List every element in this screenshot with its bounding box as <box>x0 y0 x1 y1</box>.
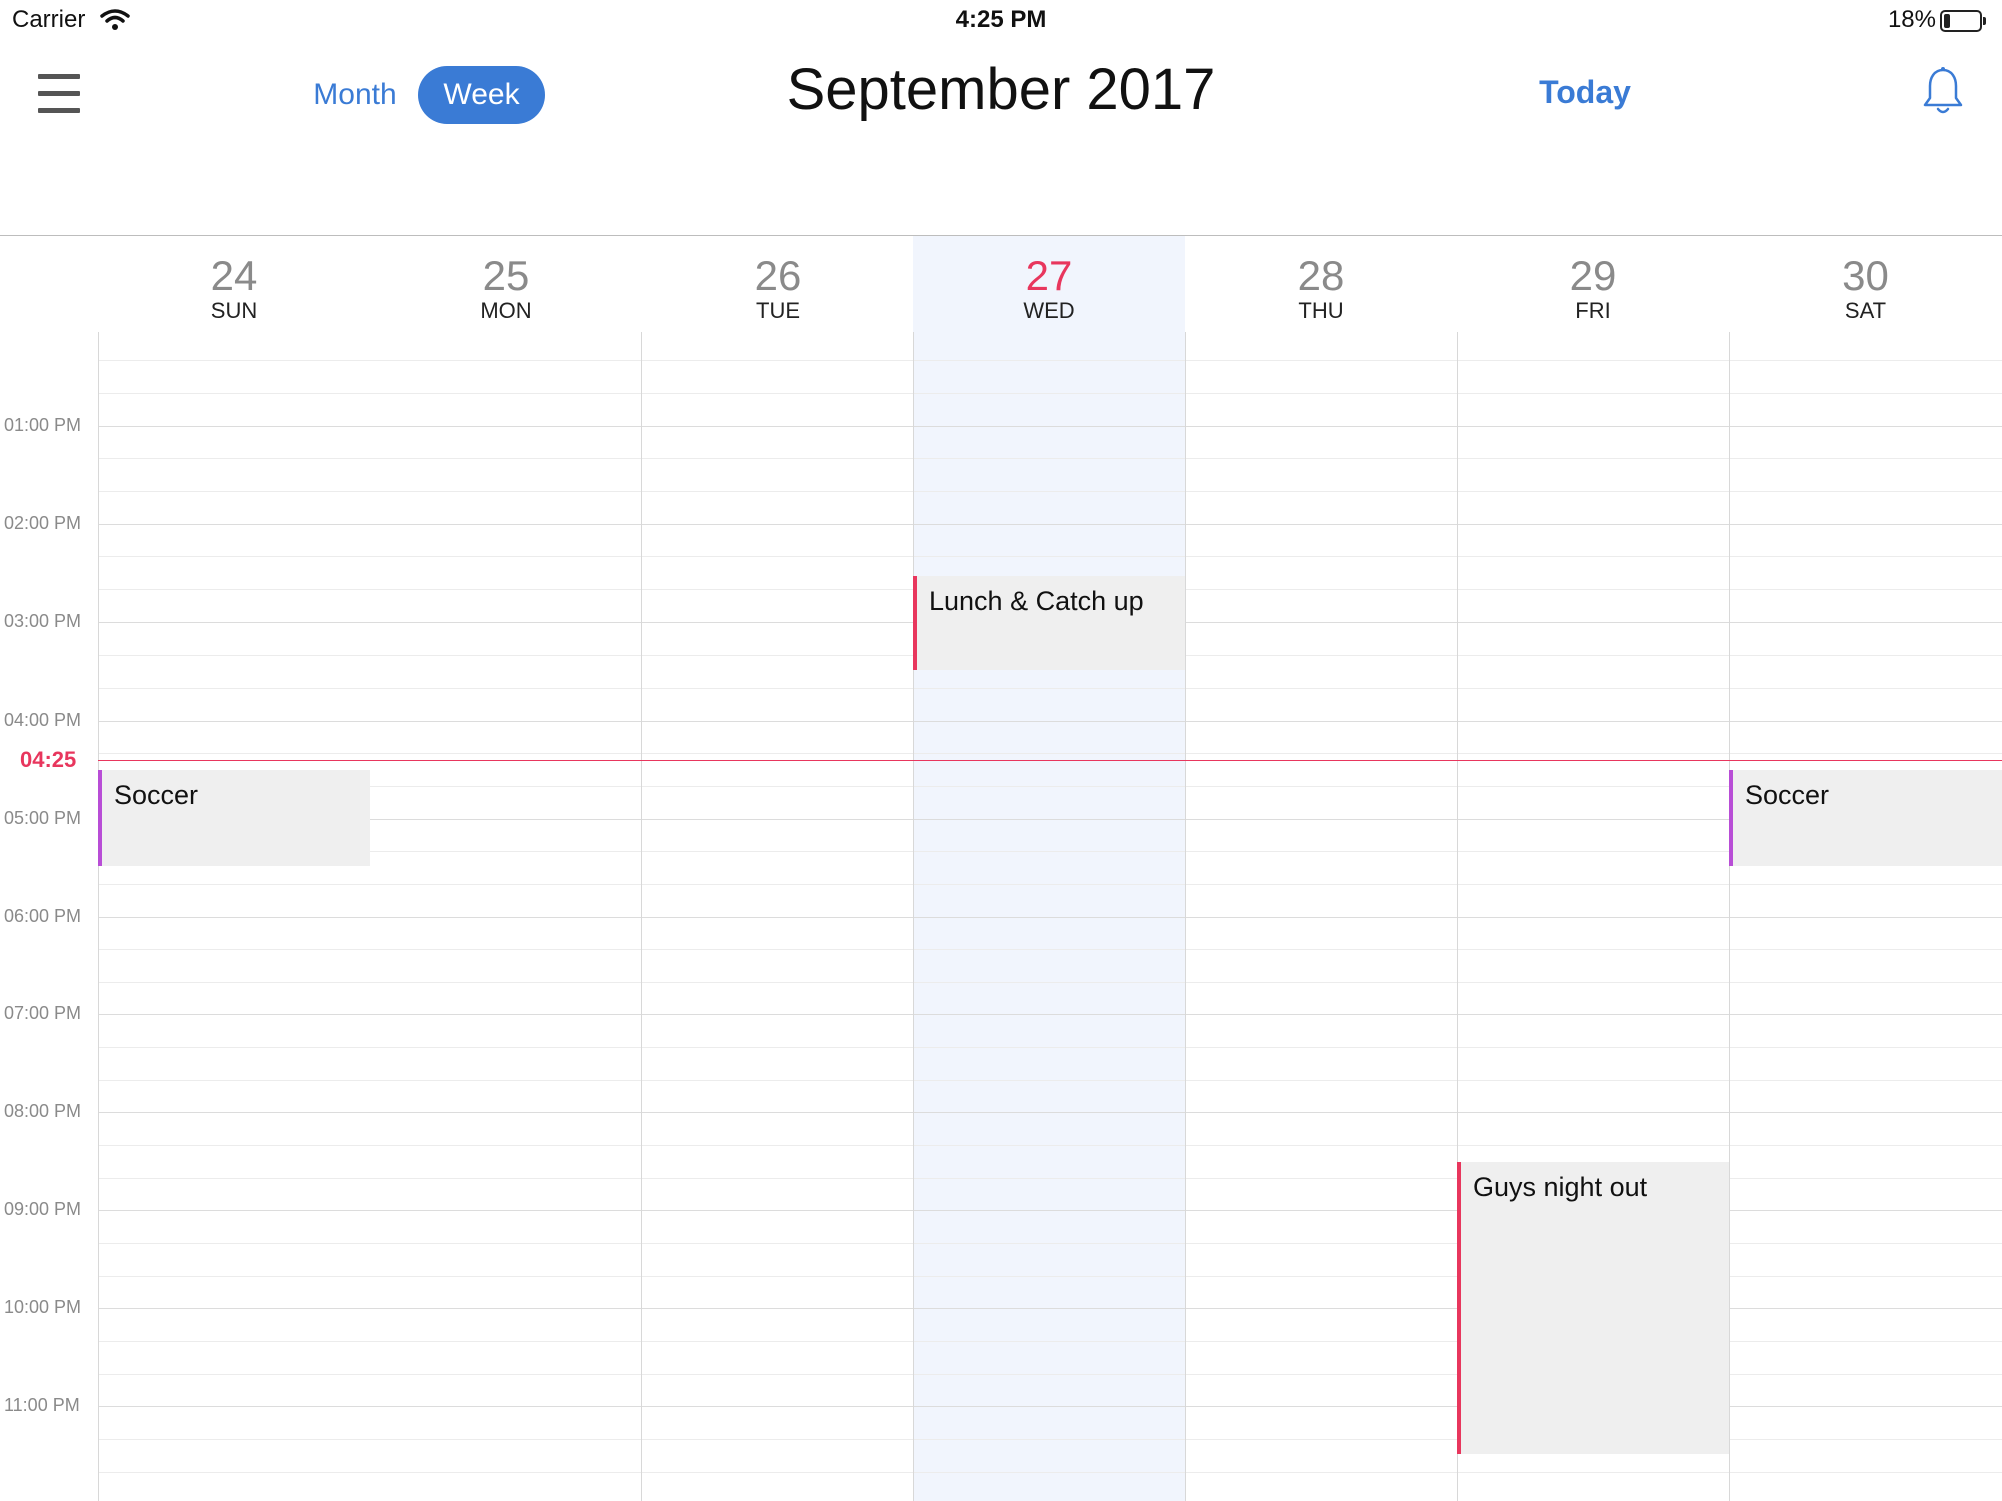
hour-line <box>98 819 2002 820</box>
time-label: 11:00 PM <box>4 1395 80 1415</box>
quarter-line <box>98 949 2002 950</box>
quarter-line <box>98 556 2002 557</box>
quarter-line <box>98 360 2002 361</box>
day-number: 29 <box>1569 252 1617 299</box>
column-line <box>1185 332 1186 1501</box>
time-label: 10:00 PM <box>4 1297 82 1317</box>
battery-icon <box>1940 10 1986 32</box>
hour-line <box>98 1014 2002 1015</box>
time-label: 02:00 PM <box>4 513 82 533</box>
quarter-line <box>98 753 2002 754</box>
quarter-line <box>98 688 2002 689</box>
column-line <box>1729 332 1730 1501</box>
event-title: Soccer <box>1745 780 1830 810</box>
day-weekday: TUE <box>756 298 800 323</box>
day-header-thu[interactable]: 28 THU <box>1185 236 1457 332</box>
time-label: 04:00 PM <box>4 710 82 730</box>
quarter-line <box>98 458 2002 459</box>
quarter-line <box>98 1080 2002 1081</box>
today-button[interactable]: Today <box>1510 70 1660 114</box>
quarter-line <box>98 1047 2002 1048</box>
quarter-line <box>98 1145 2002 1146</box>
day-header-fri[interactable]: 29 FRI <box>1457 236 1729 332</box>
quarter-line <box>98 393 2002 394</box>
day-header-mon[interactable]: 25 MON <box>370 236 642 332</box>
day-number: 30 <box>1842 252 1889 299</box>
day-weekday: SUN <box>210 298 258 323</box>
day-header-sat[interactable]: 30 SAT <box>1729 236 2002 332</box>
event-lunch-catch-up[interactable]: Lunch & Catch up <box>913 576 1185 670</box>
time-label: 09:00 PM <box>4 1199 82 1219</box>
day-weekday: MON <box>480 298 532 323</box>
bell-icon[interactable] <box>1922 66 1964 118</box>
hour-line <box>98 1112 2002 1113</box>
column-line <box>98 332 99 1501</box>
page-title: September 2017 <box>786 57 1216 122</box>
quarter-line <box>98 786 2002 787</box>
quarter-line <box>98 982 2002 983</box>
day-header-tue[interactable]: 26 TUE <box>642 236 914 332</box>
quarter-line <box>98 851 2002 852</box>
time-label: 07:00 PM <box>4 1003 82 1023</box>
event-title: Lunch & Catch up <box>929 586 1144 616</box>
day-number: 26 <box>754 252 802 299</box>
day-number: 25 <box>482 252 530 299</box>
event-guys-night-out[interactable]: Guys night out <box>1457 1162 1729 1454</box>
day-weekday: SAT <box>1844 298 1887 323</box>
week-grid[interactable]: 01:00 PM 02:00 PM 03:00 PM 04:00 PM 05:0… <box>0 332 2002 1501</box>
battery-percent: 18% <box>1887 6 1936 33</box>
time-label: 05:00 PM <box>4 808 82 828</box>
column-line <box>913 332 914 1501</box>
time-label: 06:00 PM <box>4 906 82 926</box>
event-title: Soccer <box>114 780 199 810</box>
time-label: 01:00 PM <box>4 415 82 435</box>
status-time: 4:25 PM <box>955 6 1047 33</box>
day-number: 27 <box>1025 252 1073 299</box>
event-soccer-sun[interactable]: Soccer <box>98 770 370 866</box>
day-number: 28 <box>1297 252 1345 299</box>
day-header-sun[interactable]: 24 SUN <box>98 236 370 332</box>
status-bar: Carrier 4:25 PM 18% <box>0 0 2002 40</box>
hour-line <box>98 524 2002 525</box>
current-time-label: 04:25 <box>20 747 77 772</box>
day-header-wed[interactable]: 27 WED <box>913 236 1185 332</box>
hour-line <box>98 721 2002 722</box>
time-label: 03:00 PM <box>4 611 82 631</box>
day-number: 24 <box>210 252 258 299</box>
quarter-line <box>98 884 2002 885</box>
day-weekday: WED <box>1023 298 1075 323</box>
quarter-line <box>98 491 2002 492</box>
time-label: 08:00 PM <box>4 1101 82 1121</box>
event-title: Guys night out <box>1473 1172 1648 1202</box>
hour-line <box>98 917 2002 918</box>
quarter-line <box>98 1472 2002 1473</box>
current-time-line <box>98 760 2002 761</box>
column-line <box>641 332 642 1501</box>
day-weekday: FRI <box>1575 298 1611 323</box>
event-soccer-sat[interactable]: Soccer <box>1729 770 2002 866</box>
day-weekday: THU <box>1298 298 1344 323</box>
hour-line <box>98 426 2002 427</box>
